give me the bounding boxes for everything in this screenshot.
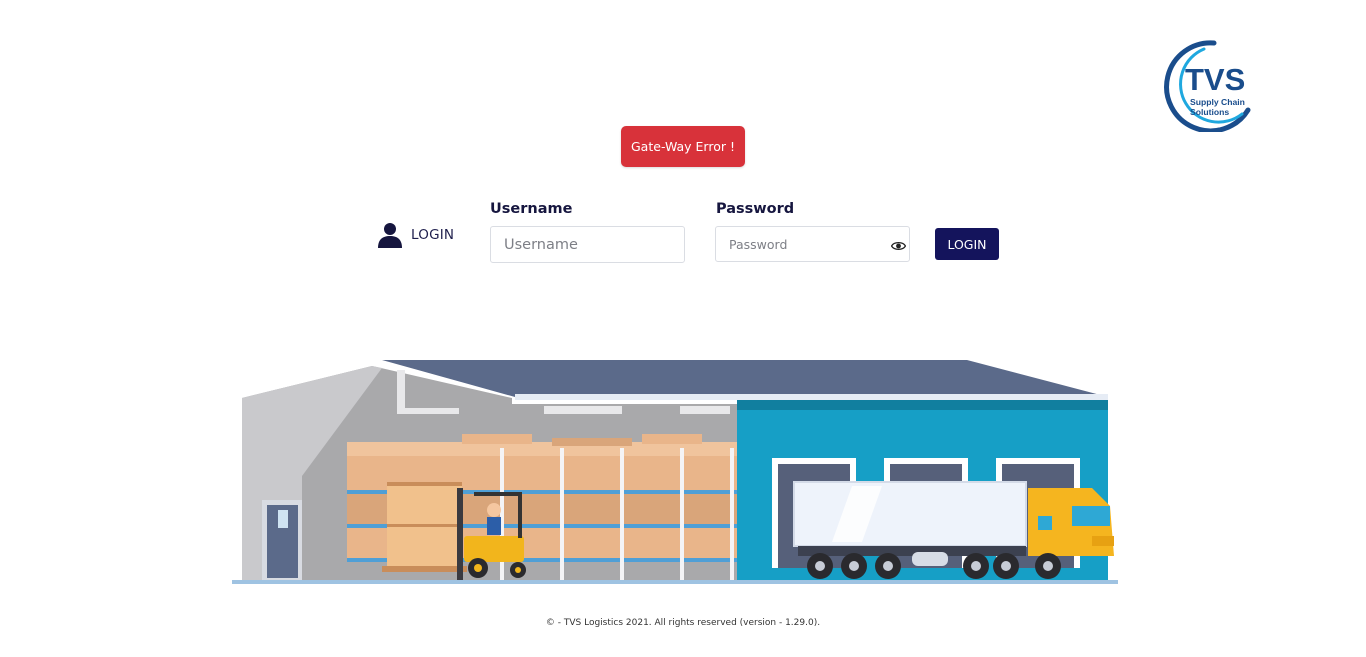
username-input[interactable] [490,226,685,263]
user-icon [378,223,402,248]
logo-text: TVS [1185,62,1245,97]
logo-subtext-line1: Supply Chain [1190,97,1245,107]
brand-logo: TVS Supply Chain Solutions [1152,40,1264,132]
warehouse-illustration [232,358,1122,590]
username-label: Username [490,201,573,217]
login-section-label: LOGIN [377,222,454,248]
copyright-footer: © - TVS Logistics 2021. All rights reser… [545,618,821,628]
login-button[interactable]: LOGIN [935,228,999,260]
eye-icon[interactable] [891,240,906,252]
password-label: Password [716,201,795,217]
gateway-error-alert[interactable]: Gate-Way Error ! [621,126,745,167]
warehouse-truck-forklift-image [232,360,1118,584]
login-section-text: LOGIN [411,227,455,243]
password-input[interactable] [715,226,910,262]
tvs-logo-graphic: TVS Supply Chain Solutions [1164,40,1251,132]
logo-subtext-line2: Solutions [1190,107,1229,117]
